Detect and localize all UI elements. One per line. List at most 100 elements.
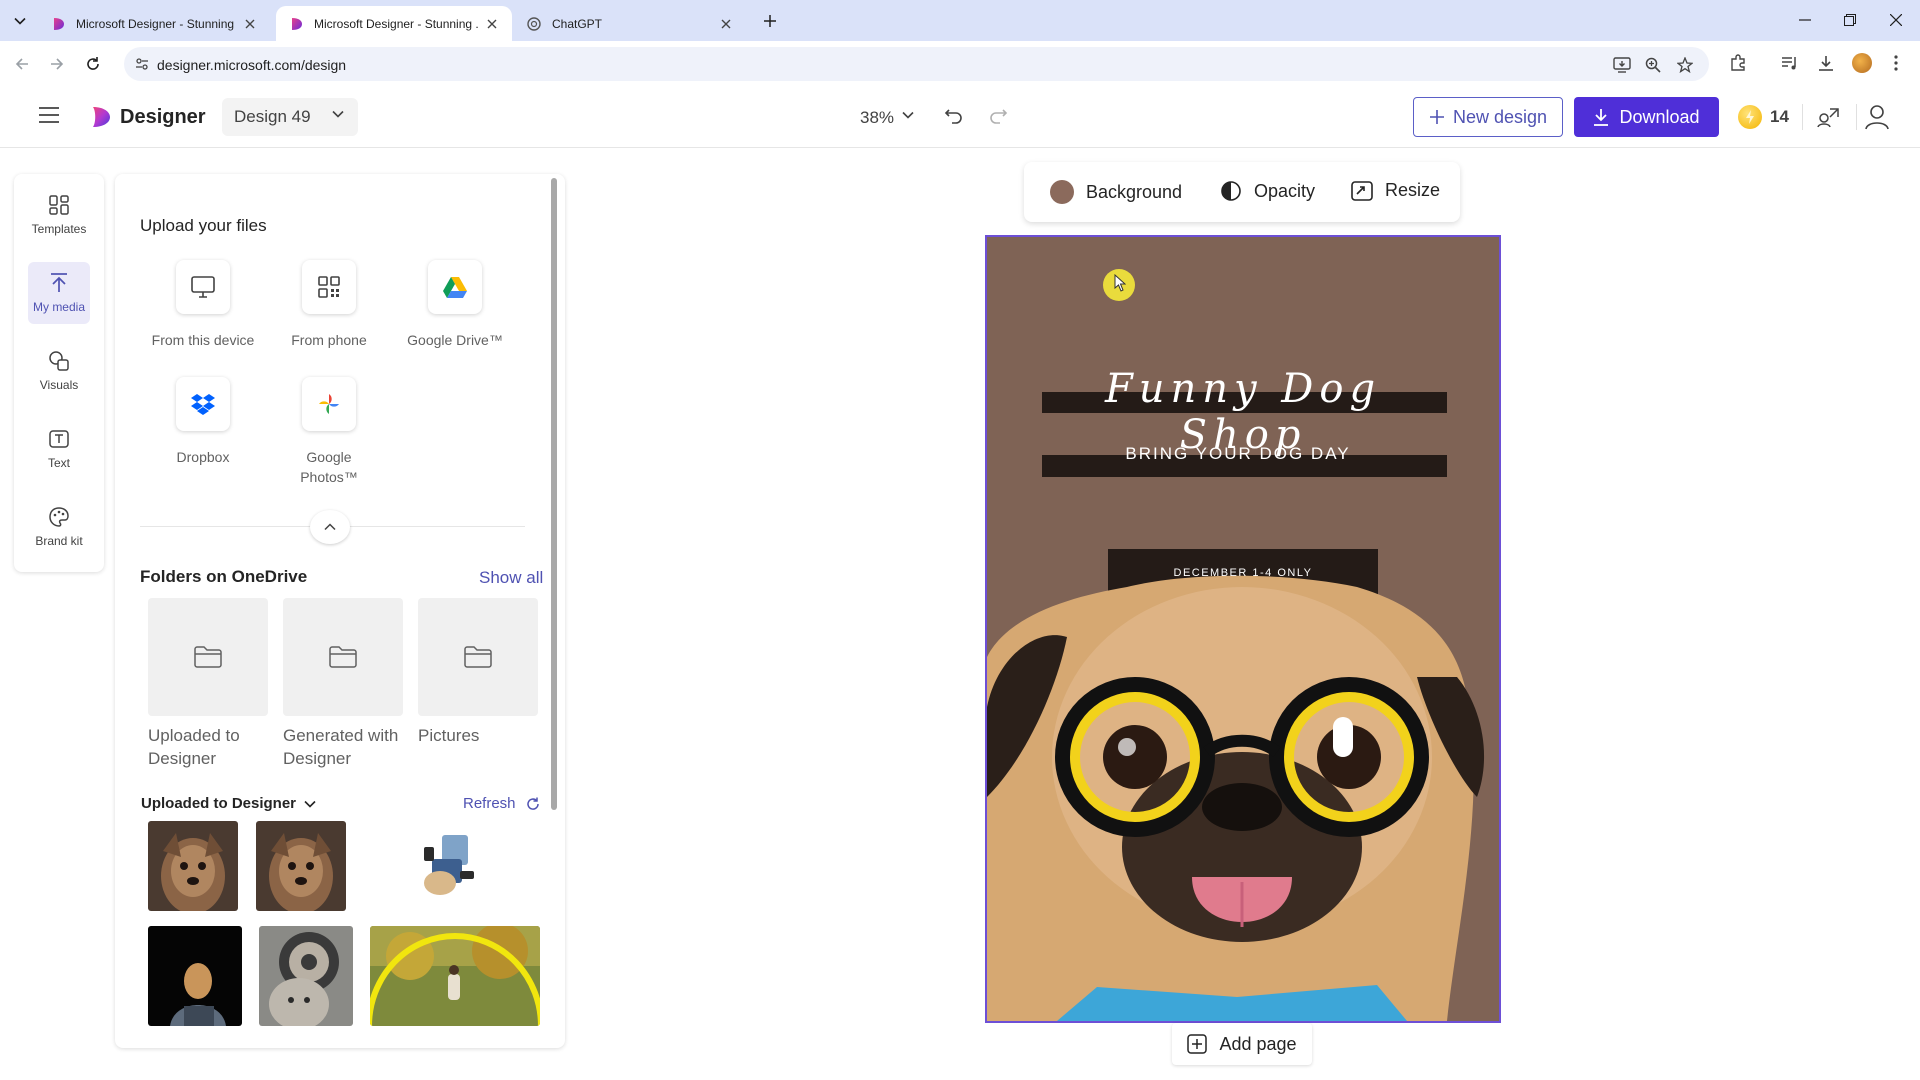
folder-generated[interactable]: Generated with Designer	[283, 598, 405, 770]
account-icon[interactable]	[1862, 102, 1892, 132]
zoom-level[interactable]: 38%	[860, 108, 894, 128]
source-google-drive[interactable]: Google Drive™	[400, 260, 510, 350]
new-design-label: New design	[1452, 106, 1548, 127]
background-color-swatch	[1050, 180, 1074, 204]
rail-item-my-media[interactable]: My media	[28, 262, 90, 324]
source-from-device[interactable]: From this device	[148, 260, 258, 350]
install-app-icon[interactable]	[1612, 55, 1632, 75]
reload-button[interactable]	[80, 51, 106, 77]
site-settings-icon[interactable]	[134, 56, 150, 72]
source-google-photos[interactable]: Google Photos™	[274, 377, 384, 487]
design-name-dropdown[interactable]: Design 49	[222, 98, 358, 136]
source-tile[interactable]	[428, 260, 482, 314]
dog-portrait-thumbnail	[256, 821, 346, 911]
zoom-icon[interactable]	[1643, 55, 1663, 75]
rail-item-brand-kit[interactable]: Brand kit	[28, 496, 90, 558]
new-tab-button[interactable]	[758, 9, 782, 33]
uploaded-image-thumbnail[interactable]	[148, 821, 238, 911]
uploaded-filter-dropdown[interactable]: Uploaded to Designer	[141, 795, 316, 812]
extensions-icon[interactable]	[1726, 51, 1750, 75]
refresh-button[interactable]: Refresh	[463, 795, 540, 812]
uploaded-image-thumbnail[interactable]	[256, 821, 346, 911]
show-all-link[interactable]: Show all	[479, 568, 543, 588]
source-tile[interactable]	[176, 377, 230, 431]
address-bar[interactable]: designer.microsoft.com/design	[124, 47, 1709, 81]
redo-icon[interactable]	[988, 105, 1008, 125]
header-divider	[1856, 104, 1857, 130]
folder-pictures[interactable]: Pictures	[418, 598, 540, 747]
add-page-button[interactable]: Add page	[1172, 1023, 1312, 1065]
folder-uploaded[interactable]: Uploaded to Designer	[148, 598, 270, 770]
zoom-chevron-icon[interactable]	[902, 111, 914, 119]
forward-button[interactable]	[44, 51, 70, 77]
tab-designer-1[interactable]: Microsoft Designer - Stunning ...	[38, 6, 270, 41]
undo-icon[interactable]	[944, 105, 964, 125]
profile-avatar[interactable]	[1850, 51, 1874, 75]
close-tab-icon[interactable]	[718, 16, 734, 32]
tab-designer-2[interactable]: Microsoft Designer - Stunning ...	[276, 6, 512, 41]
folder-label: Pictures	[418, 726, 480, 745]
source-label: From this device	[151, 332, 255, 348]
dropbox-icon	[191, 394, 215, 415]
folder-tile[interactable]	[148, 598, 268, 716]
source-dropbox[interactable]: Dropbox	[148, 377, 258, 467]
templates-icon	[49, 195, 69, 215]
opacity-label: Opacity	[1254, 180, 1316, 201]
hamburger-menu-icon[interactable]	[38, 106, 60, 124]
downloads-icon[interactable]	[1814, 51, 1838, 75]
opacity-button[interactable]: Opacity	[1220, 180, 1315, 202]
source-tile[interactable]	[302, 377, 356, 431]
folder-icon	[464, 646, 492, 668]
folder-tile[interactable]	[418, 598, 538, 716]
download-button[interactable]: Download	[1574, 97, 1719, 137]
app-header: Designer Design 49 38% New design Downlo…	[0, 86, 1920, 148]
close-tab-icon[interactable]	[484, 16, 500, 32]
chevron-up-icon	[324, 523, 336, 531]
dates-text[interactable]: DECEMBER 1-4 ONLY	[1108, 567, 1378, 579]
back-button[interactable]	[9, 51, 35, 77]
resize-button[interactable]: Resize	[1351, 180, 1440, 201]
tab-title: Microsoft Designer - Stunning ...	[76, 16, 236, 31]
background-button[interactable]: Background	[1050, 180, 1182, 204]
source-tile[interactable]	[302, 260, 356, 314]
folder-icon	[194, 646, 222, 668]
new-design-button[interactable]: New design	[1413, 97, 1563, 137]
restore-icon	[1844, 14, 1856, 26]
tab-search-button[interactable]	[8, 9, 32, 33]
source-from-phone[interactable]: From phone	[274, 260, 384, 350]
google-drive-icon	[443, 276, 467, 298]
restore-button[interactable]	[1838, 8, 1862, 32]
rail-item-visuals[interactable]: Visuals	[28, 340, 90, 402]
uploaded-image-thumbnail[interactable]	[402, 821, 492, 911]
boost-credits[interactable]: 14	[1738, 105, 1789, 129]
rail-item-templates[interactable]: Templates	[28, 184, 90, 246]
uploaded-image-thumbnail[interactable]	[370, 926, 540, 1026]
uploaded-image-thumbnail[interactable]	[148, 926, 242, 1026]
tab-chatgpt[interactable]: ChatGPT	[514, 6, 746, 41]
subline-text[interactable]: BRING YOUR DOG DAY	[1042, 444, 1434, 464]
folder-tile[interactable]	[283, 598, 403, 716]
download-label: Download	[1619, 106, 1700, 127]
bookmark-star-icon[interactable]	[1675, 55, 1695, 75]
browser-menu-icon[interactable]	[1884, 51, 1908, 75]
rail-label: Brand kit	[35, 534, 83, 548]
folders-title: Folders on OneDrive	[140, 567, 308, 586]
minimize-button[interactable]	[1793, 8, 1817, 32]
uploaded-image-thumbnail[interactable]	[259, 926, 353, 1026]
design-canvas[interactable]	[985, 235, 1501, 1023]
resize-icon	[1351, 180, 1373, 201]
header-divider	[1802, 104, 1803, 130]
source-label: From phone	[291, 332, 367, 348]
collapse-sources-button[interactable]	[310, 510, 350, 544]
qr-code-icon	[318, 276, 340, 298]
media-controls-icon[interactable]	[1778, 51, 1802, 75]
palette-icon	[49, 507, 69, 527]
panel-scrollbar[interactable]	[551, 178, 557, 810]
chevron-down-icon	[14, 17, 26, 25]
close-window-button[interactable]	[1884, 8, 1908, 32]
folder-label: Uploaded to Designer	[148, 726, 240, 768]
rail-item-text[interactable]: Text	[28, 418, 90, 480]
share-icon[interactable]	[1815, 104, 1841, 130]
close-tab-icon[interactable]	[242, 16, 258, 32]
source-tile[interactable]	[176, 260, 230, 314]
